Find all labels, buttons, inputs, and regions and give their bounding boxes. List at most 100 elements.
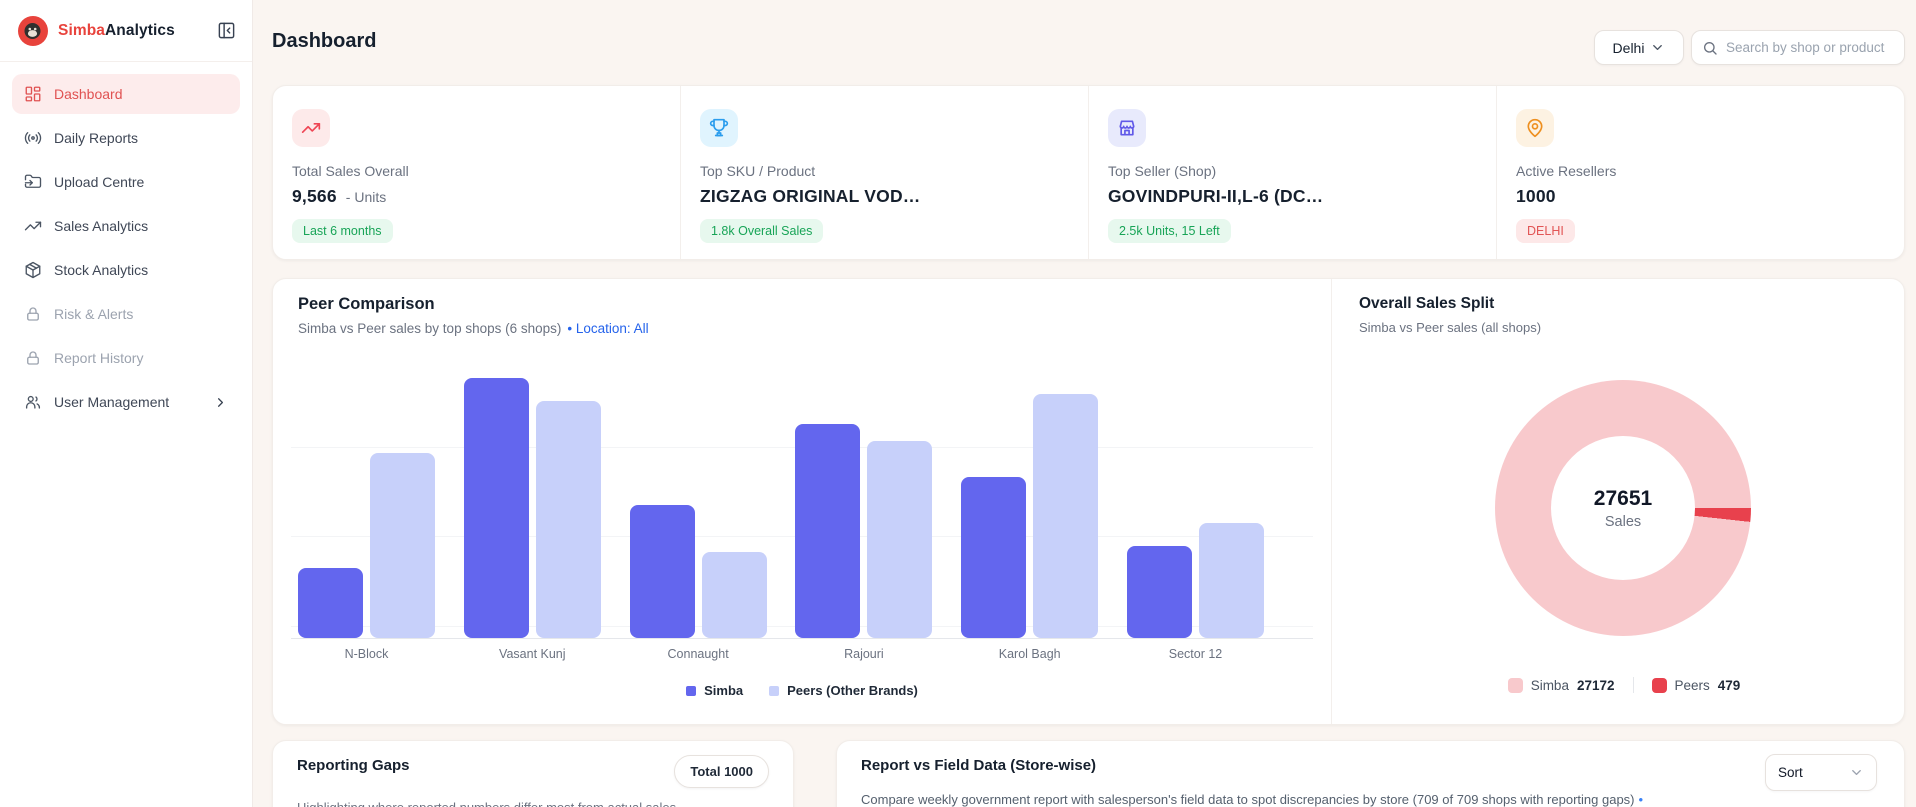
legend-swatch	[1507, 677, 1523, 693]
stat-label: Total Sales Overall	[292, 163, 409, 179]
sidebar-item-label: Upload Centre	[54, 174, 145, 190]
stat-value: 9,566	[292, 186, 337, 206]
donut-center-label: Sales	[1604, 513, 1642, 530]
stat-label: Top SKU / Product	[700, 163, 816, 179]
bar-simba-vasant-kunj	[463, 378, 529, 638]
donut-center-value: 27651	[1593, 486, 1653, 510]
stat-active-resellers: Active Resellers 1000 DELHI	[1496, 86, 1904, 259]
sidebar-item-label: Dashboard	[54, 86, 123, 102]
package-icon	[24, 261, 42, 279]
page-title: Dashboard	[272, 30, 377, 52]
bar-peers-other-brands-karol-bagh	[1033, 394, 1099, 638]
brand-name-secondary: Analytics	[105, 21, 175, 39]
stats-summary-card: Total Sales Overall 9,566 - Units Last 6 …	[272, 85, 1905, 260]
legend-divider	[1632, 677, 1634, 693]
link-dot[interactable]: •	[1639, 792, 1644, 807]
chevron-down-icon	[1852, 770, 1861, 775]
sidebar-item-label: Stock Analytics	[54, 262, 149, 278]
stat-badge: Last 6 months	[292, 219, 393, 243]
stat-top-seller: Top Seller (Shop) GOVINDPURI-II,L-6 (DC……	[1088, 86, 1496, 259]
trophy-icon	[700, 109, 738, 147]
chevron-down-icon	[1653, 45, 1663, 50]
sidebar-item-label: Sales Analytics	[54, 218, 149, 234]
donut-center: 27651 Sales	[1551, 436, 1695, 580]
bar-group-sector-12: Sector 12	[1126, 523, 1264, 661]
bar-peers-other-brands-n-block	[370, 453, 435, 638]
reporting-gaps-subtitle: Highlighting where reported numbers diff…	[297, 800, 769, 807]
lock-icon	[24, 305, 42, 323]
store-icon	[1108, 109, 1146, 147]
sidebar-item-risk-alerts[interactable]: Risk & Alerts	[12, 294, 240, 334]
total-count-badge: Total 1000	[674, 755, 769, 788]
bar-chart-plot: N-Block Vasant Kunj Connaught Rajouri Karol …	[298, 377, 1264, 661]
location-selector[interactable]: Delhi	[1594, 30, 1684, 65]
section-divider	[1331, 279, 1332, 724]
sidebar-item-upload-centre[interactable]: Upload Centre	[12, 162, 240, 202]
bar-category-label: Vasant Kunj	[499, 647, 566, 661]
bar-category-label: Connaught	[667, 647, 729, 661]
location-filter-link[interactable]: • Location: All	[567, 321, 648, 336]
search-icon	[1704, 41, 1717, 55]
location-selector-value: Delhi	[1612, 39, 1645, 56]
stat-badge: DELHI	[1516, 219, 1575, 243]
bar-group-vasant-kunj: Vasant Kunj	[463, 378, 601, 661]
stat-value: 1000	[1516, 186, 1556, 206]
donut-legend: Simba 27172 Peers 479	[1359, 677, 1889, 693]
folder-input-icon	[24, 173, 42, 191]
sales-split-subtitle: Simba vs Peer sales (all shops)	[1359, 320, 1542, 335]
stat-label: Active Resellers	[1516, 163, 1617, 179]
sidebar-item-user-management[interactable]: User Management	[12, 382, 240, 422]
donut-ring: 27651 Sales	[1495, 380, 1751, 636]
legend-swatch	[686, 685, 697, 696]
bar-simba-connaught	[629, 505, 695, 638]
bar-peers-other-brands-sector-12	[1198, 523, 1264, 638]
stat-label: Top Seller (Shop)	[1108, 163, 1217, 179]
sidebar-item-label: Report History	[54, 350, 144, 366]
sidebar-item-sales-analytics[interactable]: Sales Analytics	[12, 206, 240, 246]
reporting-gaps-card: Reporting Gaps Highlighting where report…	[272, 740, 794, 807]
logo-row: SimbaAnalytics	[0, 0, 252, 62]
trending-up-icon	[24, 217, 42, 235]
sales-split-title: Overall Sales Split	[1359, 295, 1495, 312]
sidebar-item-stock-analytics[interactable]: Stock Analytics	[12, 250, 240, 290]
sort-dropdown-value: Sort	[1778, 765, 1803, 780]
sidebar-item-label: Daily Reports	[54, 130, 139, 146]
sidebar-item-report-history[interactable]: Report History	[12, 338, 240, 378]
peer-comparison-card: Peer Comparison Simba vs Peer sales by t…	[272, 278, 1905, 725]
map-pin-icon	[1516, 109, 1554, 147]
stat-top-sku: Top SKU / Product ZIGZAG ORIGINAL VOD… 1…	[680, 86, 1088, 259]
bar-category-label: N-Block	[344, 647, 389, 661]
trending-up-icon	[292, 109, 330, 147]
sidebar-item-label: Risk & Alerts	[54, 306, 134, 322]
sidebar-item-dashboard[interactable]: Dashboard	[12, 74, 240, 114]
peer-comparison-subtitle-text: Simba vs Peer sales by top shops (6 shop…	[298, 321, 562, 336]
bar-category-label: Karol Bagh	[998, 647, 1061, 661]
bar-category-label: Rajouri	[844, 647, 884, 661]
legend-item-peers: Peers (Other Brands)	[769, 683, 918, 698]
sidebar-nav: Dashboard Daily Reports Upload Centre Sa…	[0, 62, 252, 422]
peer-comparison-title: Peer Comparison	[298, 295, 435, 313]
legend-value: 27172	[1576, 677, 1615, 693]
report-vs-field-description-text: Compare weekly government report with sa…	[861, 792, 1635, 807]
report-vs-field-title: Report vs Field Data (Store-wise)	[861, 757, 1097, 774]
legend-label: Peers	[1674, 677, 1710, 693]
lock-icon	[24, 349, 42, 367]
sidebar-item-daily-reports[interactable]: Daily Reports	[12, 118, 240, 158]
legend-label: Simba	[1530, 677, 1569, 693]
report-vs-field-description: Compare weekly government report with sa…	[861, 792, 1741, 807]
brand-name-primary: Simba	[58, 21, 106, 39]
sidebar-collapse-icon[interactable]	[217, 21, 236, 40]
stat-badge: 1.8k Overall Sales	[700, 219, 824, 243]
brand-logo	[18, 15, 48, 46]
bar-peers-other-brands-vasant-kunj	[535, 401, 601, 638]
bar-group-karol-bagh: Karol Bagh	[961, 394, 1099, 661]
brand-name: SimbaAnalytics	[58, 22, 217, 40]
users-icon	[24, 393, 42, 411]
dashboard-grid-icon	[24, 85, 42, 103]
search-input[interactable]	[1726, 40, 1894, 55]
stat-badge: 2.5k Units, 15 Left	[1108, 219, 1231, 243]
sort-dropdown[interactable]: Sort	[1765, 754, 1877, 791]
legend-label: Simba	[704, 683, 744, 698]
legend-swatch	[769, 685, 780, 696]
app-root: SimbaAnalytics Dashboard Daily Reports U…	[0, 0, 1916, 807]
